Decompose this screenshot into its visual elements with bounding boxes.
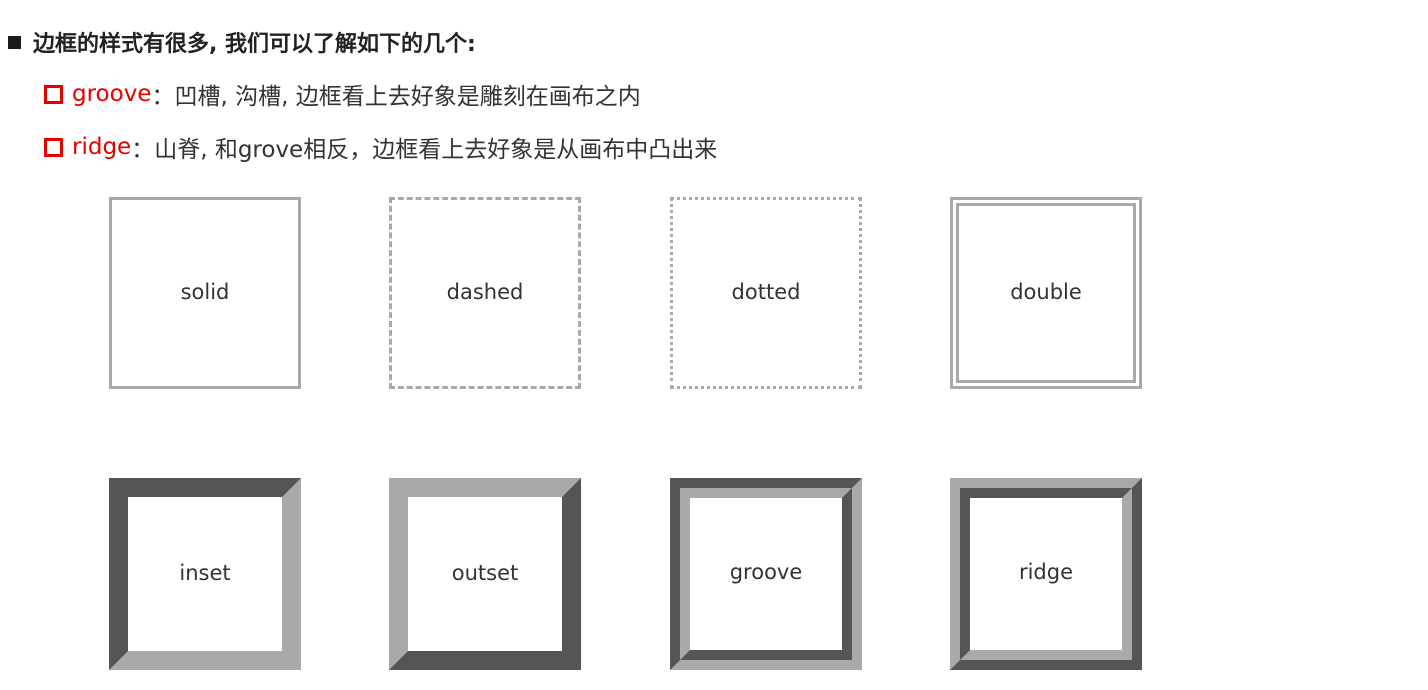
section-heading: 边框的样式有很多, 我们可以了解如下的几个: [8, 26, 476, 58]
border-demo-dashed: dashed [389, 197, 581, 389]
filled-square-icon [8, 35, 21, 49]
box-label: double [1010, 280, 1082, 304]
border-demo-outset: outset [389, 478, 581, 670]
border-demo-double: double [950, 197, 1142, 389]
list-item-ridge: ridge ：山脊, 和grove相反，边框看上去好象是从画布中凸出来 [44, 131, 717, 163]
border-demo-solid: solid [109, 197, 301, 389]
box-label: solid [180, 280, 230, 304]
item-description: ：凹槽, 沟槽, 边框看上去好象是雕刻在画布之内 [151, 84, 641, 110]
item-description: ：山脊, 和grove相反，边框看上去好象是从画布中凸出来 [131, 137, 718, 163]
box-label: inset [179, 561, 231, 585]
box-label: dotted [731, 280, 801, 304]
border-demo-ridge: ridge [950, 478, 1142, 670]
hollow-square-icon [44, 84, 63, 104]
border-demo-dotted: dotted [670, 197, 862, 389]
heading-text: 边框的样式有很多, 我们可以了解如下的几个: [33, 32, 476, 57]
item-term: ridge [72, 134, 132, 160]
list-item-groove: groove ：凹槽, 沟槽, 边框看上去好象是雕刻在画布之内 [44, 78, 641, 110]
border-demo-inset: inset [109, 478, 301, 670]
hollow-square-icon [44, 137, 63, 157]
box-label: dashed [446, 280, 524, 304]
item-term: groove [72, 81, 152, 107]
box-label: outset [451, 561, 519, 585]
box-label: ridge [1018, 560, 1074, 584]
box-label: groove [729, 560, 803, 584]
border-demo-groove: groove [670, 478, 862, 670]
